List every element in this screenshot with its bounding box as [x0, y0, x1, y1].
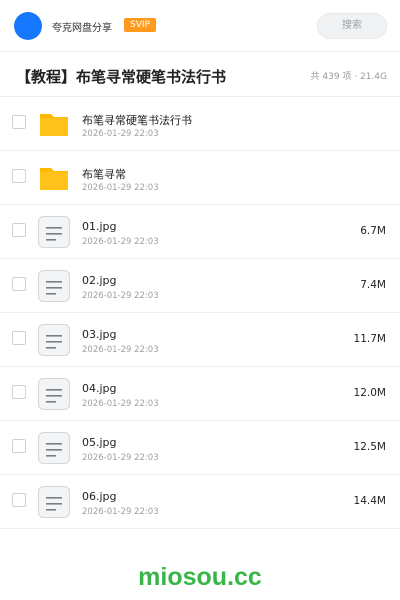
item-checkbox[interactable]: [12, 223, 26, 237]
file-icon: [38, 378, 70, 410]
item-name: 03.jpg: [82, 328, 117, 341]
item-size: 12.5M: [353, 441, 386, 453]
item-size: 6.7M: [360, 225, 386, 237]
page-title: 【教程】布笔寻常硬笔书法行书: [16, 68, 227, 86]
list-item[interactable]: 01.jpg 2026-01-29 22:03 6.7M: [0, 205, 400, 259]
item-date: 2026-01-29 22:03: [82, 183, 159, 193]
item-name: 01.jpg: [82, 220, 117, 233]
item-name: 04.jpg: [82, 382, 117, 395]
list-item[interactable]: 布笔寻常硬笔书法行书 2026-01-29 22:03: [0, 97, 400, 151]
list-item[interactable]: 布笔寻常 2026-01-29 22:03: [0, 151, 400, 205]
item-date: 2026-01-29 22:03: [82, 507, 159, 517]
item-checkbox[interactable]: [12, 439, 26, 453]
item-name: 05.jpg: [82, 436, 117, 449]
file-icon: [38, 486, 70, 518]
avatar[interactable]: [14, 12, 42, 40]
item-size: 14.4M: [353, 495, 386, 507]
item-size: 7.4M: [360, 279, 386, 291]
item-checkbox[interactable]: [12, 385, 26, 399]
item-checkbox[interactable]: [12, 169, 26, 183]
item-name: 02.jpg: [82, 274, 117, 287]
svip-badge: SVIP: [124, 18, 156, 32]
item-checkbox[interactable]: [12, 331, 26, 345]
folder-icon: [38, 108, 70, 140]
item-date: 2026-01-29 22:03: [82, 129, 159, 139]
list-item[interactable]: 06.jpg 2026-01-29 22:03 14.4M: [0, 475, 400, 529]
item-size: 11.7M: [353, 333, 386, 345]
item-date: 2026-01-29 22:03: [82, 345, 159, 355]
folder-summary: 共 439 项 · 21.4G: [310, 72, 388, 82]
file-icon: [38, 270, 70, 302]
list-item[interactable]: 03.jpg 2026-01-29 22:03 11.7M: [0, 313, 400, 367]
item-checkbox[interactable]: [12, 277, 26, 291]
file-icon: [38, 324, 70, 356]
brand-name: 夸克网盘分享: [52, 23, 112, 34]
watermark: miosou.cc: [138, 563, 262, 591]
list-item[interactable]: 04.jpg 2026-01-29 22:03 12.0M: [0, 367, 400, 421]
item-date: 2026-01-29 22:03: [82, 453, 159, 463]
search-input[interactable]: 搜索: [317, 13, 387, 39]
item-checkbox[interactable]: [12, 115, 26, 129]
item-date: 2026-01-29 22:03: [82, 237, 159, 247]
file-icon: [38, 432, 70, 464]
file-icon: [38, 216, 70, 248]
item-name: 布笔寻常硬笔书法行书: [82, 114, 192, 127]
item-name: 布笔寻常: [82, 168, 126, 181]
item-date: 2026-01-29 22:03: [82, 291, 159, 301]
folder-header: 【教程】布笔寻常硬笔书法行书 共 439 项 · 21.4G: [0, 53, 400, 97]
item-date: 2026-01-29 22:03: [82, 399, 159, 409]
list-item[interactable]: 02.jpg 2026-01-29 22:03 7.4M: [0, 259, 400, 313]
file-list: 布笔寻常硬笔书法行书 2026-01-29 22:03 布笔寻常 2026-01…: [0, 97, 400, 529]
top-bar: 夸克网盘分享 SVIP 搜索: [0, 0, 400, 52]
item-size: 12.0M: [353, 387, 386, 399]
list-item[interactable]: 05.jpg 2026-01-29 22:03 12.5M: [0, 421, 400, 475]
folder-icon: [38, 162, 70, 194]
item-name: 06.jpg: [82, 490, 117, 503]
item-checkbox[interactable]: [12, 493, 26, 507]
